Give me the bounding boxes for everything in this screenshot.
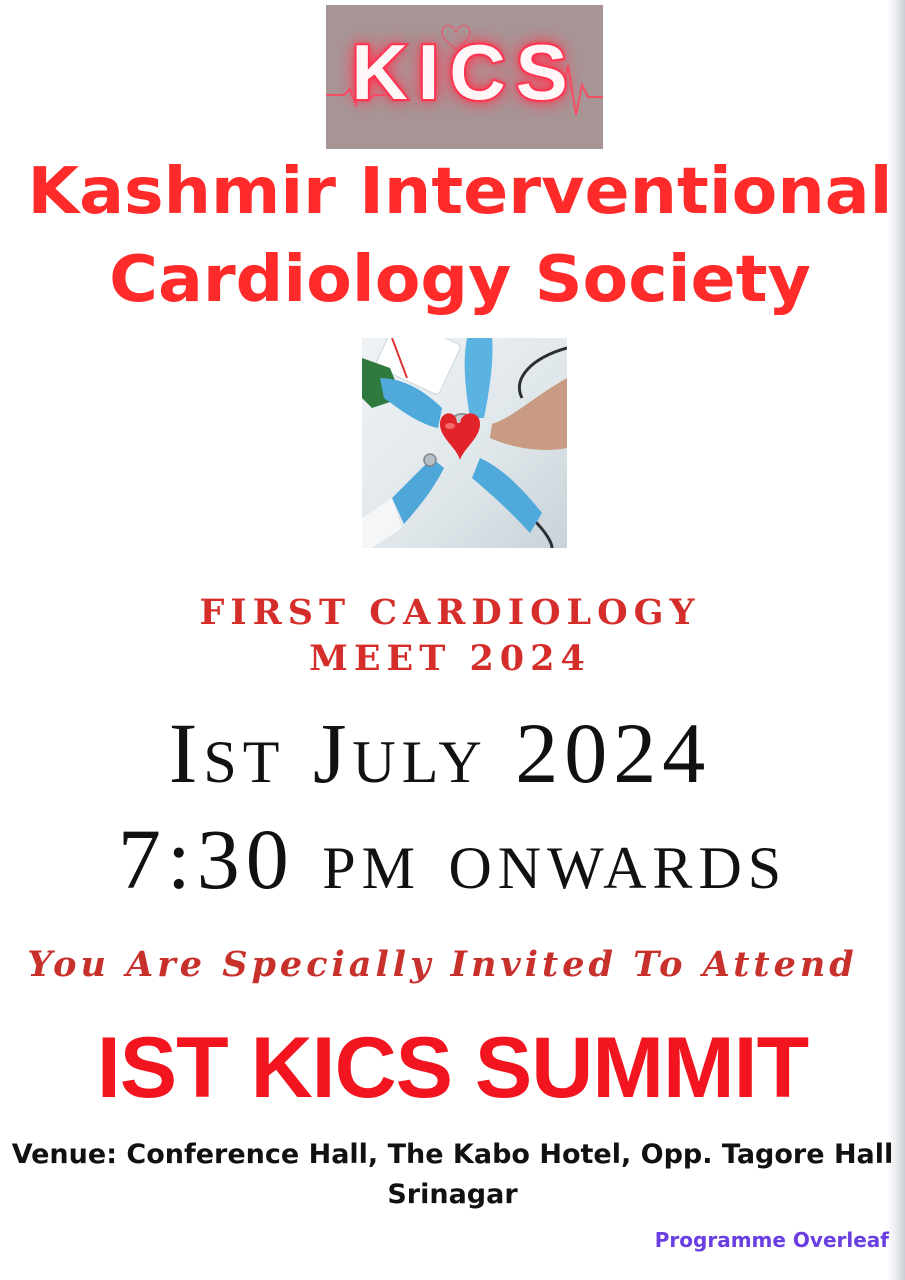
meet-title-line-1: FIRST CARDIOLOGY <box>199 592 701 633</box>
society-title-line-1: Kashmir Interventional <box>27 155 893 229</box>
venue-line-2: Srinagar <box>387 1179 518 1210</box>
hands-holding-heart-icon <box>362 338 567 548</box>
logo-text: KICS <box>349 26 578 118</box>
hands-heart-photo <box>362 338 567 548</box>
event-date: Ist July 2024 <box>168 705 712 801</box>
venue-line-1: Venue: Conference Hall, The Kabo Hotel, … <box>11 1139 894 1170</box>
society-title-line-2: Cardiology Society <box>109 243 811 317</box>
programme-overleaf-note: Programme Overleaf <box>654 1228 889 1252</box>
event-time: 7:30 pm onwards <box>117 811 788 907</box>
meet-title: FIRST CARDIOLOGY MEET 2024 <box>150 590 750 682</box>
kics-logo: KICS <box>326 5 603 149</box>
venue: Venue: Conference Hall, The Kabo Hotel, … <box>0 1135 905 1215</box>
invitation-text: You Are Specially Invited To Attend <box>27 944 858 985</box>
summit-title: IST KICS SUMMIT <box>96 1020 809 1116</box>
society-title: Kashmir Interventional Cardiology Societ… <box>13 148 905 324</box>
meet-title-line-2: MEET 2024 <box>309 638 591 679</box>
